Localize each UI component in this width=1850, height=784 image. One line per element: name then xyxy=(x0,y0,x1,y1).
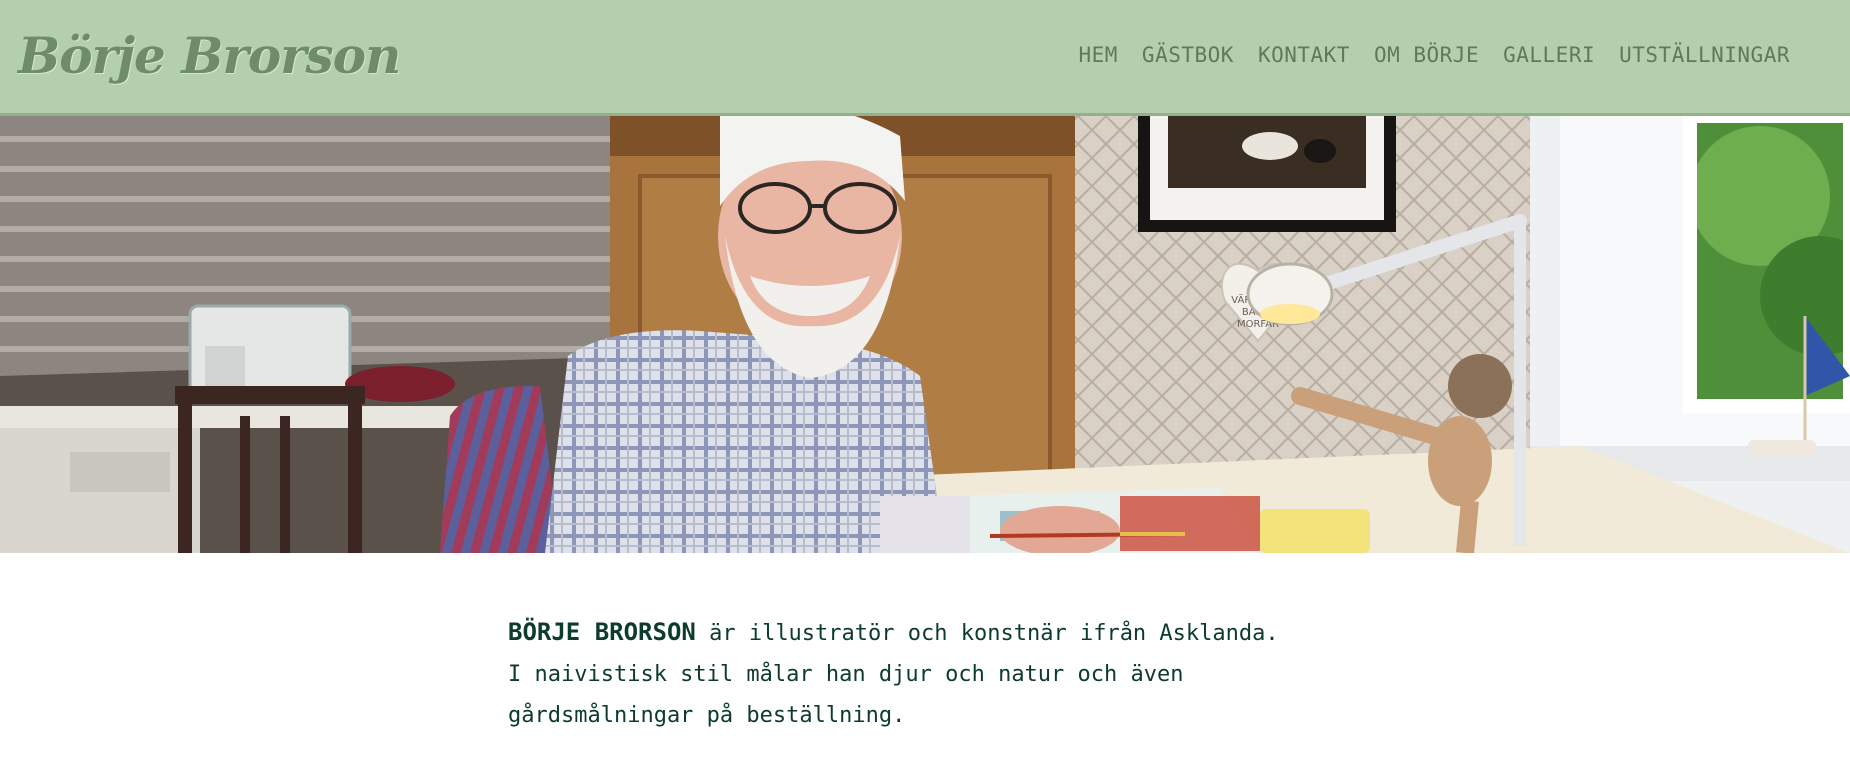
nav-item-hem[interactable]: HEM xyxy=(1066,38,1129,72)
main-nav: HEM GÄSTBOK KONTAKT OM BÖRJE GALLERI UTS… xyxy=(1066,38,1802,72)
intro-line-2: I naivistisk stil målar han djur och nat… xyxy=(508,662,1184,687)
intro-text: BÖRJE BRORSON är illustratör och konstnä… xyxy=(508,612,1408,736)
nav-item-galleri[interactable]: GALLERI xyxy=(1491,38,1607,72)
artist-name: BÖRJE BRORSON xyxy=(508,618,696,646)
site-header: Börje Brorson HEM GÄSTBOK KONTAKT OM BÖR… xyxy=(0,0,1850,116)
hero-photo: VÄRLDENS BÄSTA MORFAR xyxy=(0,116,1850,553)
intro-line-1-rest: är illustratör och konstnär ifrån Asklan… xyxy=(695,621,1279,646)
hero-illustration: VÄRLDENS BÄSTA MORFAR xyxy=(0,116,1850,553)
intro-line-1: BÖRJE BRORSON är illustratör och konstnä… xyxy=(508,612,1408,654)
nav-item-utstallningar[interactable]: UTSTÄLLNINGAR xyxy=(1607,38,1802,72)
intro-line-3: gårdsmålningar på beställning. xyxy=(508,703,906,728)
nav-item-gastbok[interactable]: GÄSTBOK xyxy=(1130,38,1246,72)
site-logo[interactable]: Börje Brorson xyxy=(18,22,401,90)
nav-item-kontakt[interactable]: KONTAKT xyxy=(1246,38,1362,72)
nav-item-om-borje[interactable]: OM BÖRJE xyxy=(1362,38,1491,72)
